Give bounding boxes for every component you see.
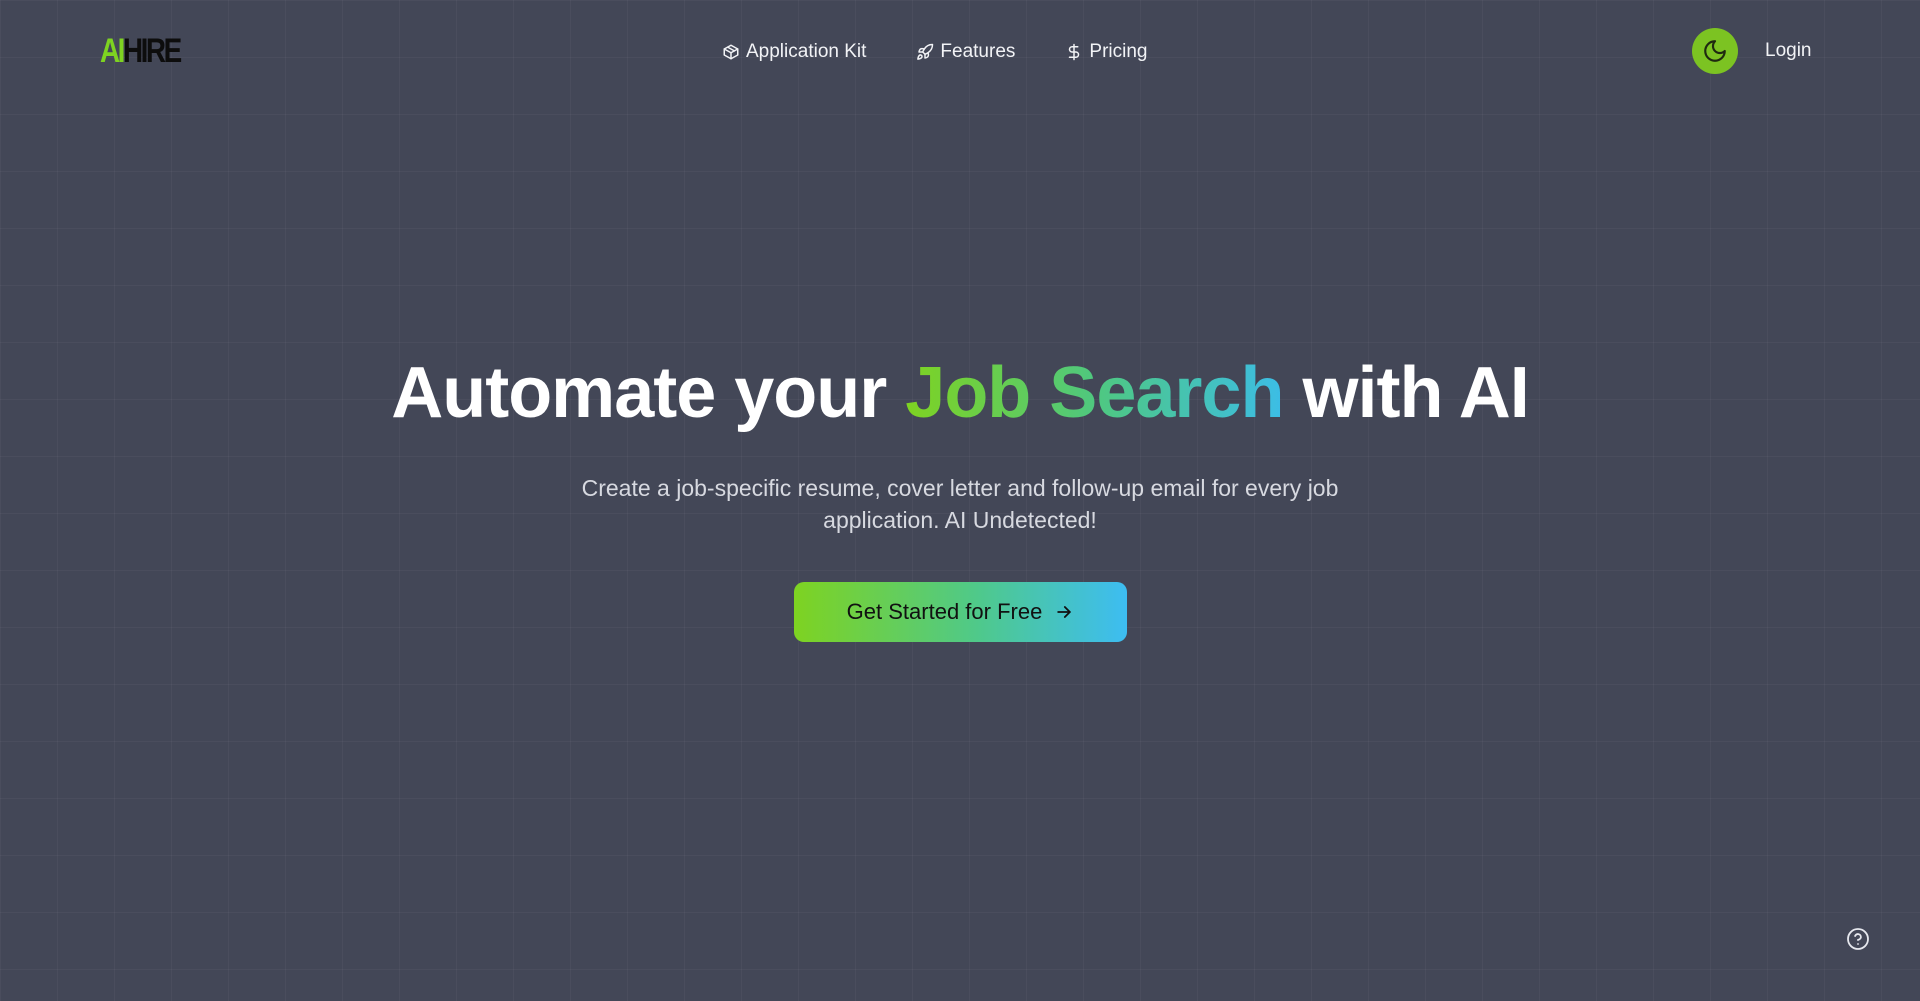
nav-item-features[interactable]: Features [916,41,1015,63]
get-started-button[interactable]: Get Started for Free [794,582,1127,642]
nav-label: Features [940,41,1016,62]
theme-toggle-button[interactable] [1692,28,1738,74]
hero-title: Automate your Job Search with AI [0,352,1920,434]
hero-subtitle: Create a job-specific resume, cover lett… [540,472,1380,536]
hero-title-after: with AI [1283,353,1529,433]
cta-label: Get Started for Free [846,599,1043,624]
hero-title-before: Automate your [391,353,906,433]
hero-subtitle-line2: application. AI Undetected! [823,507,1097,533]
moon-icon [1704,40,1726,62]
dollar-icon [1069,43,1080,61]
nav-label: Pricing [1089,41,1148,62]
nav-item-pricing[interactable]: Pricing [1065,41,1147,63]
hero-subtitle-line1: Create a job-specific resume, cover lett… [581,475,1339,501]
rocket-icon [917,43,934,60]
hero-title-accent: Job Search [905,353,1284,433]
site-header: AIHIRE Application Kit Features Pricing … [0,0,1920,102]
nav-label: Application Kit [746,41,867,62]
package-icon [723,44,739,60]
login-link[interactable]: Login [1765,40,1812,62]
help-icon[interactable] [1846,927,1870,951]
logo[interactable]: AIHIRE [100,32,182,70]
logo-ai: AI [100,32,125,70]
logo-hire: HIRE [122,32,182,70]
nav-item-application-kit[interactable]: Application Kit [722,41,866,63]
main-nav: Application Kit Features Pricing [722,38,1147,66]
arrow-right-icon [1057,606,1072,618]
